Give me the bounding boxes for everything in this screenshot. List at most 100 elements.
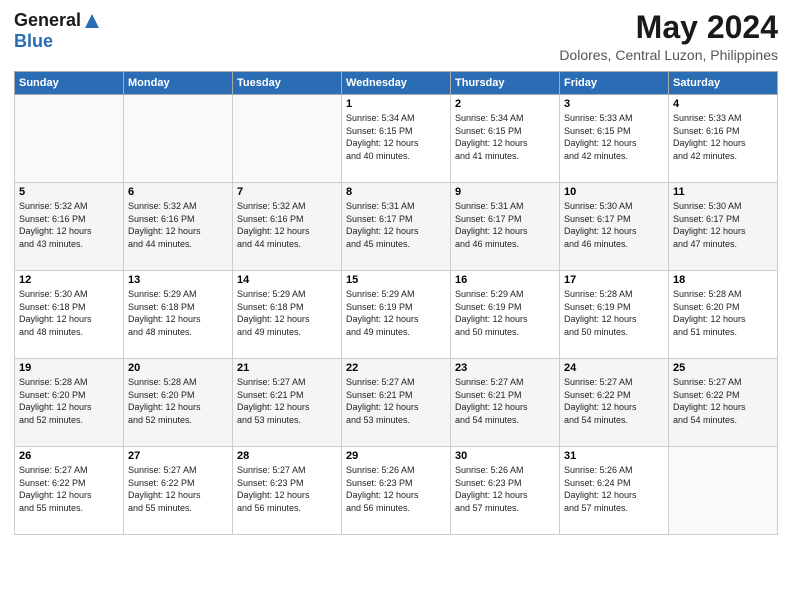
table-row: 2 Sunrise: 5:34 AM Sunset: 6:15 PM Daylig… [451,95,560,183]
day-number: 18 [673,274,773,286]
day-number: 15 [346,274,446,286]
main-container: General Blue May 2024 Dolores, Central L… [0,0,792,543]
table-row: 23 Sunrise: 5:27 AM Sunset: 6:21 PM Dayli… [451,359,560,447]
col-thursday: Thursday [451,72,560,95]
day-info: Sunrise: 5:27 AM Sunset: 6:23 PM Dayligh… [237,464,337,514]
calendar-week-row: 19 Sunrise: 5:28 AM Sunset: 6:20 PM Dayli… [15,359,778,447]
day-number: 3 [564,98,664,110]
calendar-week-row: 12 Sunrise: 5:30 AM Sunset: 6:18 PM Dayli… [15,271,778,359]
table-row: 16 Sunrise: 5:29 AM Sunset: 6:19 PM Dayli… [451,271,560,359]
calendar-week-row: 26 Sunrise: 5:27 AM Sunset: 6:22 PM Dayli… [15,447,778,535]
day-number: 6 [128,186,228,198]
day-number: 4 [673,98,773,110]
table-row: 7 Sunrise: 5:32 AM Sunset: 6:16 PM Daylig… [233,183,342,271]
day-number: 8 [346,186,446,198]
day-info: Sunrise: 5:34 AM Sunset: 6:15 PM Dayligh… [455,112,555,162]
table-row: 27 Sunrise: 5:27 AM Sunset: 6:22 PM Dayli… [124,447,233,535]
day-number: 16 [455,274,555,286]
day-number: 5 [19,186,119,198]
table-row: 3 Sunrise: 5:33 AM Sunset: 6:15 PM Daylig… [560,95,669,183]
day-info: Sunrise: 5:32 AM Sunset: 6:16 PM Dayligh… [128,200,228,250]
day-info: Sunrise: 5:27 AM Sunset: 6:22 PM Dayligh… [128,464,228,514]
day-info: Sunrise: 5:29 AM Sunset: 6:19 PM Dayligh… [346,288,446,338]
col-sunday: Sunday [15,72,124,95]
day-number: 17 [564,274,664,286]
day-info: Sunrise: 5:29 AM Sunset: 6:18 PM Dayligh… [128,288,228,338]
day-number: 30 [455,450,555,462]
calendar-week-row: 1 Sunrise: 5:34 AM Sunset: 6:15 PM Daylig… [15,95,778,183]
day-number: 26 [19,450,119,462]
logo: General Blue [14,10,101,52]
day-info: Sunrise: 5:32 AM Sunset: 6:16 PM Dayligh… [237,200,337,250]
table-row: 5Sunrise: 5:32 AM Sunset: 6:16 PM Daylig… [15,183,124,271]
table-row: 10 Sunrise: 5:30 AM Sunset: 6:17 PM Dayli… [560,183,669,271]
table-row: 25Sunrise: 5:27 AM Sunset: 6:22 PM Dayli… [669,359,778,447]
day-number: 23 [455,362,555,374]
day-info: Sunrise: 5:26 AM Sunset: 6:24 PM Dayligh… [564,464,664,514]
day-info: Sunrise: 5:30 AM Sunset: 6:18 PM Dayligh… [19,288,119,338]
day-info: Sunrise: 5:27 AM Sunset: 6:21 PM Dayligh… [455,376,555,426]
day-number: 2 [455,98,555,110]
title-area: May 2024 Dolores, Central Luzon, Philipp… [559,10,778,63]
day-number: 11 [673,186,773,198]
table-row: 19 Sunrise: 5:28 AM Sunset: 6:20 PM Dayli… [15,359,124,447]
day-number: 1 [346,98,446,110]
logo-icon [83,12,101,30]
col-tuesday: Tuesday [233,72,342,95]
table-row [233,95,342,183]
day-info: Sunrise: 5:30 AM Sunset: 6:17 PM Dayligh… [564,200,664,250]
day-info: Sunrise: 5:27 AM Sunset: 6:21 PM Dayligh… [346,376,446,426]
table-row: 11 Sunrise: 5:30 AM Sunset: 6:17 PM Dayli… [669,183,778,271]
calendar-header-row: Sunday Monday Tuesday Wednesday Thursday… [15,72,778,95]
logo-blue-text: Blue [14,31,53,51]
col-saturday: Saturday [669,72,778,95]
day-number: 9 [455,186,555,198]
day-info: Sunrise: 5:27 AM Sunset: 6:22 PM Dayligh… [19,464,119,514]
day-info: Sunrise: 5:26 AM Sunset: 6:23 PM Dayligh… [346,464,446,514]
table-row: 12 Sunrise: 5:30 AM Sunset: 6:18 PM Dayli… [15,271,124,359]
month-title: May 2024 [559,10,778,45]
table-row: 30 Sunrise: 5:26 AM Sunset: 6:23 PM Dayli… [451,447,560,535]
table-row: 31 Sunrise: 5:26 AM Sunset: 6:24 PM Dayli… [560,447,669,535]
day-info: Sunrise: 5:28 AM Sunset: 6:20 PM Dayligh… [673,288,773,338]
table-row: 29 Sunrise: 5:26 AM Sunset: 6:23 PM Dayli… [342,447,451,535]
day-info: Sunrise: 5:27 AM Sunset: 6:21 PM Dayligh… [237,376,337,426]
table-row: 24Sunrise: 5:27 AM Sunset: 6:22 PM Dayli… [560,359,669,447]
header: General Blue May 2024 Dolores, Central L… [14,10,778,63]
table-row [15,95,124,183]
day-number: 27 [128,450,228,462]
col-friday: Friday [560,72,669,95]
col-monday: Monday [124,72,233,95]
day-info: Sunrise: 5:30 AM Sunset: 6:17 PM Dayligh… [673,200,773,250]
day-info: Sunrise: 5:28 AM Sunset: 6:20 PM Dayligh… [19,376,119,426]
day-number: 20 [128,362,228,374]
table-row: 22Sunrise: 5:27 AM Sunset: 6:21 PM Dayli… [342,359,451,447]
day-info: Sunrise: 5:33 AM Sunset: 6:15 PM Dayligh… [564,112,664,162]
table-row: 1 Sunrise: 5:34 AM Sunset: 6:15 PM Daylig… [342,95,451,183]
table-row: 20Sunrise: 5:28 AM Sunset: 6:20 PM Dayli… [124,359,233,447]
day-info: Sunrise: 5:29 AM Sunset: 6:19 PM Dayligh… [455,288,555,338]
day-number: 10 [564,186,664,198]
day-number: 31 [564,450,664,462]
table-row: 21Sunrise: 5:27 AM Sunset: 6:21 PM Dayli… [233,359,342,447]
table-row: 8Sunrise: 5:31 AM Sunset: 6:17 PM Daylig… [342,183,451,271]
day-number: 7 [237,186,337,198]
table-row: 28Sunrise: 5:27 AM Sunset: 6:23 PM Dayli… [233,447,342,535]
table-row [124,95,233,183]
table-row: 26 Sunrise: 5:27 AM Sunset: 6:22 PM Dayli… [15,447,124,535]
table-row: 17 Sunrise: 5:28 AM Sunset: 6:19 PM Dayli… [560,271,669,359]
table-row [669,447,778,535]
day-number: 29 [346,450,446,462]
day-info: Sunrise: 5:33 AM Sunset: 6:16 PM Dayligh… [673,112,773,162]
day-info: Sunrise: 5:26 AM Sunset: 6:23 PM Dayligh… [455,464,555,514]
day-number: 12 [19,274,119,286]
day-info: Sunrise: 5:31 AM Sunset: 6:17 PM Dayligh… [455,200,555,250]
table-row: 18 Sunrise: 5:28 AM Sunset: 6:20 PM Dayli… [669,271,778,359]
day-number: 19 [19,362,119,374]
day-info: Sunrise: 5:34 AM Sunset: 6:15 PM Dayligh… [346,112,446,162]
calendar-week-row: 5 Sunrise: 5:32 AM Sunset: 6:16 PM Daylig… [15,183,778,271]
day-number: 14 [237,274,337,286]
col-wednesday: Wednesday [342,72,451,95]
day-info: Sunrise: 5:28 AM Sunset: 6:19 PM Dayligh… [564,288,664,338]
calendar-table: Sunday Monday Tuesday Wednesday Thursday… [14,71,778,535]
